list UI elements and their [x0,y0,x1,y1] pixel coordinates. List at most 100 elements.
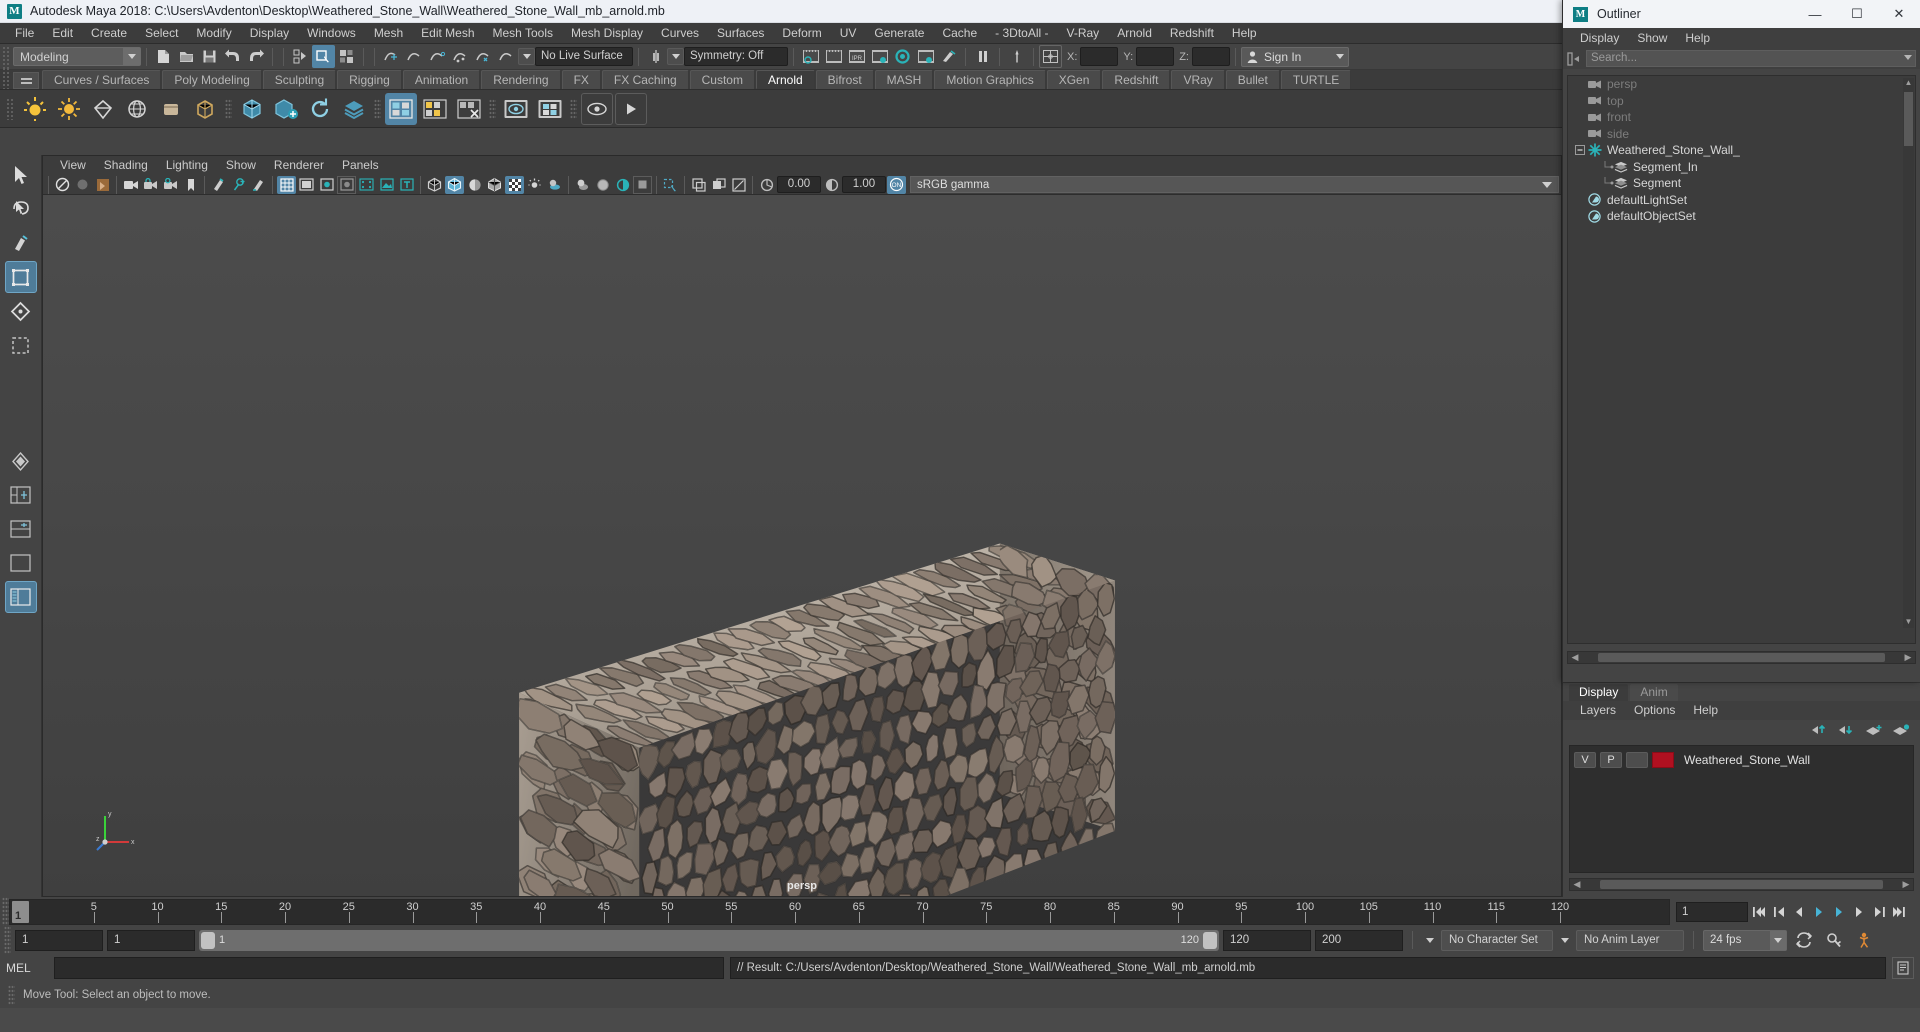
arnold-flush-icon[interactable] [453,93,485,125]
arnold-photometric-light-icon[interactable] [121,93,153,125]
outliner-horizontal-scrollbar[interactable]: ◀ ▶ [1567,651,1916,664]
menu-item-edit[interactable]: Edit [43,23,82,44]
menu-item-v-ray[interactable]: V-Ray [1058,23,1109,44]
wireframe-on-shaded-icon[interactable] [485,176,504,194]
menu-item-select[interactable]: Select [136,23,187,44]
chevron-down-icon[interactable] [123,48,140,65]
chevron-down-icon[interactable] [1904,55,1912,60]
persp-layout-button[interactable] [5,547,37,579]
range-bar[interactable]: 1 120 [199,930,1219,951]
shelf-tab-xgen[interactable]: XGen [1047,70,1102,89]
arnold-mesh-light-icon[interactable] [87,93,119,125]
shelf-tab-mash[interactable]: MASH [875,70,934,89]
menu-item-help[interactable]: Help [1223,23,1266,44]
layer-playback-toggle[interactable]: P [1600,752,1622,768]
menu-item-curves[interactable]: Curves [652,23,708,44]
two-pane-layout-button[interactable] [5,513,37,545]
menuset-dropdown[interactable]: Modeling [13,47,141,66]
playback-speed-dropdown[interactable]: 24 fps [1703,930,1787,951]
outliner-menu-show[interactable]: Show [1628,28,1676,48]
layer-horizontal-scrollbar[interactable]: ◀ ▶ [1569,878,1914,891]
film-gate-icon[interactable] [297,176,316,194]
anim-start-field[interactable]: 1 [15,930,103,951]
exposure-wheel-icon[interactable] [757,176,776,194]
grease-pencil-erase-icon[interactable] [249,176,268,194]
xray-select-icon[interactable] [661,176,680,194]
axis-y-field[interactable] [1136,47,1174,66]
bookmark-orange-icon[interactable] [93,176,112,194]
scroll-left-arrow-icon[interactable]: ◀ [1570,879,1584,890]
outliner-vertical-scrollbar[interactable]: ▲ ▼ [1903,78,1914,628]
arnold-render-view-icon[interactable] [385,93,417,125]
shaded-noTexture-icon[interactable] [465,176,484,194]
scale-tool-button[interactable] [5,329,37,361]
menu-item-arnold[interactable]: Arnold [1108,23,1161,44]
save-scene-button[interactable] [198,45,221,68]
shelf-row-grip[interactable] [6,98,14,120]
depth-of-field-icon[interactable] [613,176,632,194]
arnold-play-icon[interactable] [615,93,647,125]
step-back-frame-icon[interactable] [1790,902,1808,922]
ao-icon[interactable] [573,176,592,194]
character-set-dropdown-arrow[interactable] [1422,931,1437,949]
outliner-item[interactable]: side [1568,126,1915,143]
range-slider-grip[interactable] [4,926,11,954]
minimize-icon[interactable]: — [1794,0,1836,28]
menu-item-deform[interactable]: Deform [773,23,830,44]
outliner-item[interactable]: defaultLightSet [1568,192,1915,209]
time-slider[interactable]: 1 51015202530354045505560657075808590951… [9,899,1670,925]
layer-tab-display[interactable]: Display [1569,684,1628,701]
current-frame-field[interactable]: 1 [1676,902,1748,922]
menu-item-redshift[interactable]: Redshift [1161,23,1223,44]
gate-mask-icon[interactable] [337,176,356,194]
menu-item-mesh-tools[interactable]: Mesh Tools [484,23,562,44]
smooth-shading-icon[interactable] [445,176,464,194]
range-end-field[interactable]: 120 [1223,930,1311,951]
script-editor-button[interactable] [1892,957,1914,979]
tear-off-view-icon[interactable] [709,176,728,194]
menu-item-generate[interactable]: Generate [865,23,933,44]
single-pane-layout-button[interactable] [5,479,37,511]
arnold-layers-icon[interactable] [338,93,370,125]
select-object-button[interactable] [312,45,335,68]
mel-input[interactable] [54,957,724,979]
gamma-wheel-icon[interactable] [822,176,841,194]
select-camera-icon[interactable] [53,176,72,194]
rotate-tool-button[interactable] [5,295,37,327]
view-diagonal-icon[interactable] [729,176,748,194]
anim-end-field[interactable]: 200 [1315,930,1403,951]
menu-item-create[interactable]: Create [82,23,136,44]
menu-item-mesh[interactable]: Mesh [365,23,412,44]
isolate-select-icon[interactable] [633,176,652,194]
help-line-grip[interactable] [8,985,15,1005]
scroll-left-arrow-icon[interactable]: ◀ [1568,652,1582,663]
show-manip-tool-button[interactable] [5,445,37,477]
arnold-eye-icon[interactable] [581,93,613,125]
shelf-tab-bullet[interactable]: Bullet [1226,70,1280,89]
menu-item-mesh-display[interactable]: Mesh Display [562,23,652,44]
arnold-refresh-icon[interactable] [304,93,336,125]
shelf-grip[interactable] [2,67,10,89]
render-current-frame-button[interactable] [799,45,822,68]
panel-menu-shading[interactable]: Shading [95,156,157,175]
shelf-tab-arnold[interactable]: Arnold [756,70,815,89]
outliner-item[interactable]: top [1568,93,1915,110]
resolution-gate-icon[interactable] [317,176,336,194]
outliner-item[interactable]: Weathered_Stone_Wall_ [1568,142,1915,159]
arnold-cube-add-icon[interactable] [270,93,302,125]
step-forward-frame-icon[interactable] [1850,902,1868,922]
gamma-value-field[interactable]: 1.00 [842,176,886,193]
chevron-down-icon[interactable] [668,48,683,65]
bookmark-icon[interactable] [181,176,200,194]
arnold-aov-icon[interactable] [419,93,451,125]
auto-key-icon[interactable] [1821,930,1847,950]
anim-preferences-button[interactable] [1005,45,1028,68]
shelf-tab-animation[interactable]: Animation [403,70,480,89]
shelf-tab-poly-modeling[interactable]: Poly Modeling [162,70,261,89]
arnold-cube-icon[interactable] [236,93,268,125]
range-left-handle[interactable] [201,932,215,949]
ipr-render-button[interactable] [822,45,845,68]
layer-menu-layers[interactable]: Layers [1571,701,1625,720]
arnold-skydome-light-icon[interactable] [53,93,85,125]
chevron-down-icon[interactable] [1770,931,1786,950]
